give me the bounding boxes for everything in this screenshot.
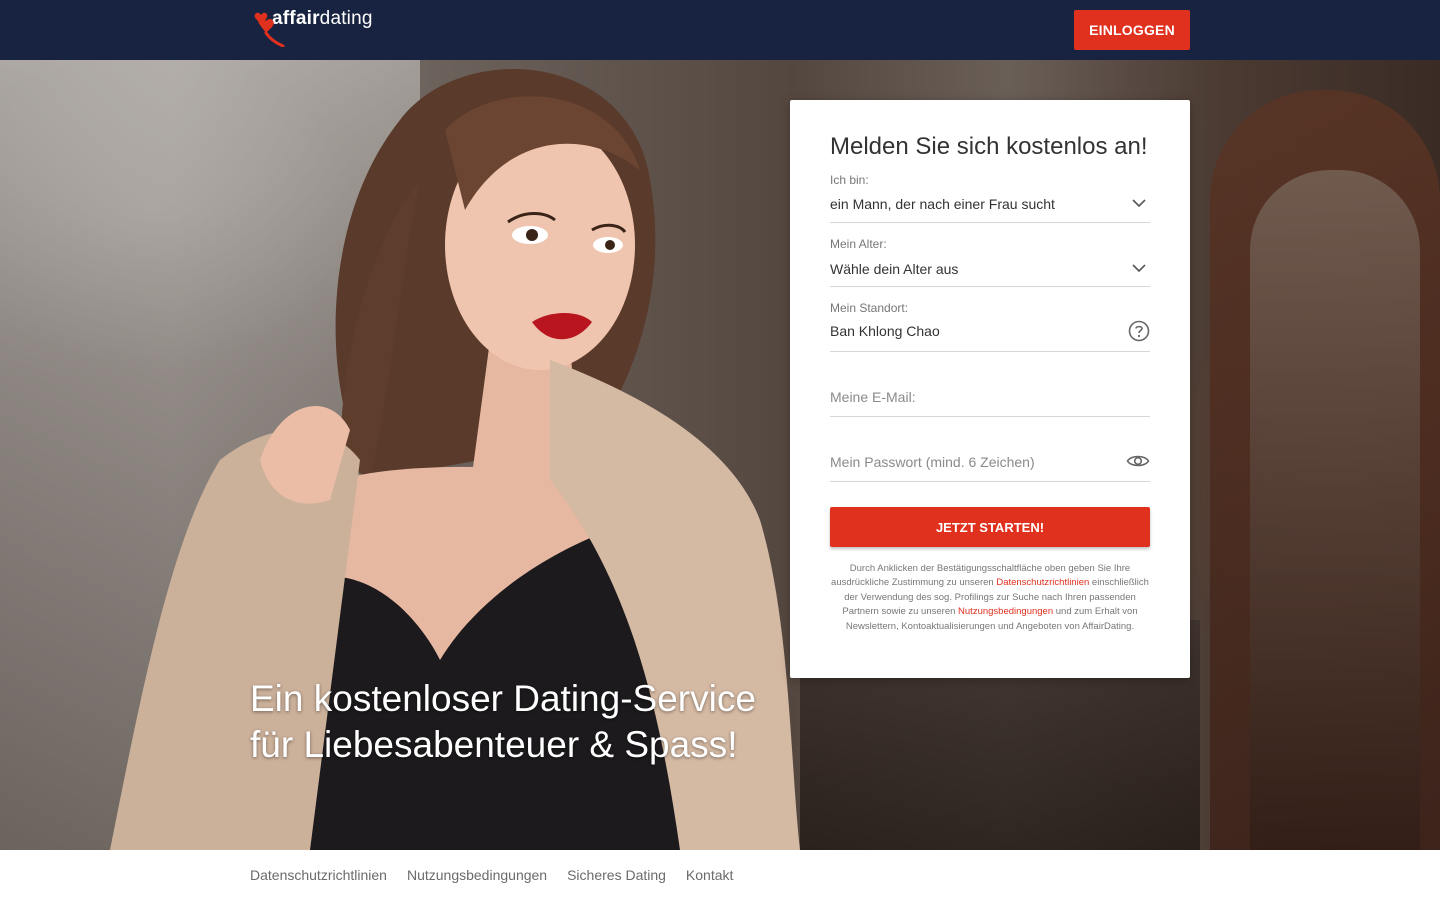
email-field[interactable]: Meine E-Mail:	[830, 364, 1150, 417]
location-value: Ban Khlong Chao	[830, 323, 940, 339]
footer-link-terms[interactable]: Nutzungsbedingungen	[407, 867, 547, 883]
eye-icon[interactable]	[1126, 450, 1150, 472]
privacy-policy-link[interactable]: Datenschutzrichtlinien	[996, 577, 1089, 588]
location-label: Mein Standort:	[830, 301, 909, 315]
signup-title: Melden Sie sich kostenlos an!	[830, 133, 1148, 160]
terms-link[interactable]: Nutzungsbedingungen	[958, 606, 1053, 617]
question-circle-icon[interactable]	[1128, 320, 1150, 342]
chevron-down-icon	[1128, 257, 1150, 279]
site-footer: Datenschutzrichtlinien Nutzungsbedingung…	[0, 850, 1440, 900]
footer-link-privacy[interactable]: Datenschutzrichtlinien	[250, 867, 387, 883]
signup-card: Melden Sie sich kostenlos an! Ich bin: e…	[790, 100, 1190, 678]
footer-links: Datenschutzrichtlinien Nutzungsbedingung…	[250, 867, 733, 883]
login-button[interactable]: EINLOGGEN	[1074, 10, 1190, 50]
gender-value: ein Mann, der nach einer Frau sucht	[830, 196, 1055, 212]
age-select[interactable]: Mein Alter: Wähle dein Alter aus	[830, 235, 1150, 287]
logo[interactable]: affairdating	[250, 7, 373, 48]
hero-headline: Ein kostenloser Dating-Service für Liebe…	[250, 678, 756, 765]
site-header: affairdating EINLOGGEN	[0, 0, 1440, 60]
gender-select[interactable]: Ich bin: ein Mann, der nach einer Frau s…	[830, 170, 1150, 223]
footer-link-safe-dating[interactable]: Sicheres Dating	[567, 867, 666, 883]
footer-link-contact[interactable]: Kontakt	[686, 867, 733, 883]
age-label: Mein Alter:	[830, 237, 887, 251]
hero-section: Ein kostenloser Dating-Service für Liebe…	[0, 60, 1440, 850]
start-button[interactable]: JETZT STARTEN!	[830, 507, 1150, 547]
chevron-down-icon	[1128, 192, 1150, 214]
password-field[interactable]: Mein Passwort (mind. 6 Zeichen)	[830, 429, 1150, 482]
email-placeholder: Meine E-Mail:	[830, 389, 916, 405]
logo-text: affairdating	[272, 8, 373, 29]
password-placeholder: Mein Passwort (mind. 6 Zeichen)	[830, 454, 1035, 470]
age-value: Wähle dein Alter aus	[830, 261, 959, 277]
heart-logo-icon	[250, 7, 286, 48]
background-window-glass	[1250, 170, 1420, 850]
legal-text: Durch Anklicken der Bestätigungsschaltfl…	[831, 563, 1149, 632]
gender-label: Ich bin:	[830, 173, 869, 187]
location-field[interactable]: Mein Standort: Ban Khlong Chao	[830, 299, 1150, 352]
